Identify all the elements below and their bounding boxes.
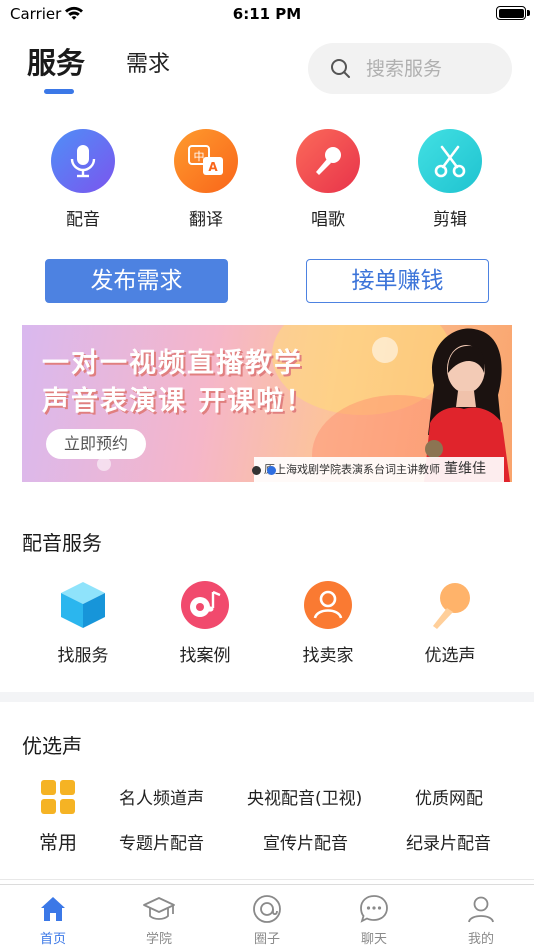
voice-category-celebrity[interactable]: 名人频道声 [119, 784, 204, 809]
microphone-icon [424, 579, 476, 631]
voice-category-cctv[interactable]: 央视配音(卫视) [247, 784, 362, 809]
scissors-icon [418, 129, 482, 193]
search-icon [330, 58, 352, 84]
section-title-preferred-voices: 优选声 [22, 734, 82, 758]
category-dubbing[interactable]: 配音 [38, 129, 128, 230]
publish-demand-button[interactable]: 发布需求 [45, 259, 228, 303]
teacher-caption: 原上海戏剧学院表演系台词主讲教师 董维佳 [254, 457, 504, 482]
tab-circle[interactable]: 圈子 [227, 894, 307, 947]
music-disc-icon [179, 579, 231, 631]
tab-label: 我的 [467, 932, 494, 947]
chat-bubble-icon [360, 895, 388, 923]
clock: 6:11 PM [232, 5, 302, 23]
person-icon [302, 579, 354, 631]
tab-demand[interactable]: 需求 [126, 46, 170, 78]
category-label: 剪辑 [433, 210, 467, 230]
tab-mine[interactable]: 我的 [441, 894, 521, 947]
tab-home[interactable]: 首页 [13, 894, 93, 947]
common-label: 常用 [38, 832, 77, 854]
voice-category-quality-web[interactable]: 优质网配 [415, 784, 483, 809]
microphone-icon [51, 129, 115, 193]
section-title-dubbing-services: 配音服务 [22, 531, 102, 555]
karaoke-mic-icon [296, 129, 360, 193]
translate-icon: 中A [174, 129, 238, 193]
tab-label: 聊天 [360, 932, 387, 947]
promo-banner[interactable]: 一对一视频直播教学 声音表演课 开课啦！ 立即预约 原上海戏剧学院表演系台词主讲… [22, 325, 512, 482]
divider [0, 879, 534, 880]
banner-headline: 一对一视频直播教学 [42, 348, 303, 379]
at-circle-icon [253, 895, 281, 923]
tab-academy[interactable]: 学院 [119, 894, 199, 947]
voice-category-promo[interactable]: 宣传片配音 [263, 829, 348, 854]
tab-bar-border [0, 884, 534, 885]
find-service-button[interactable]: 找服务 [33, 579, 133, 666]
home-icon [41, 897, 65, 921]
category-label: 翻译 [189, 210, 223, 230]
category-label: 唱歌 [311, 210, 345, 230]
teacher-title: 原上海戏剧学院表演系台词主讲教师 [264, 463, 440, 476]
tab-label: 首页 [39, 932, 66, 947]
tab-chat[interactable]: 聊天 [334, 894, 414, 947]
battery-tip [527, 10, 530, 16]
user-icon [468, 896, 494, 923]
teacher-name: 董维佳 [444, 461, 486, 477]
voice-category-documentary[interactable]: 纪录片配音 [406, 829, 491, 854]
category-translate[interactable]: 中A 翻译 [161, 129, 251, 230]
search-input[interactable] [366, 43, 506, 94]
cube-icon [57, 579, 109, 631]
banner-subheadline: 声音表演课 开课啦！ [42, 386, 315, 417]
banner-bubble [97, 457, 111, 471]
service-label: 找卖家 [302, 646, 354, 666]
grid-icon [41, 780, 75, 818]
pager-dot-active [267, 466, 276, 475]
pager-dot [252, 466, 261, 475]
active-tab-indicator [44, 89, 74, 94]
svg-text:中: 中 [194, 150, 205, 163]
service-label: 找案例 [179, 646, 231, 666]
service-label: 优选声 [424, 646, 476, 666]
graduation-cap-icon [143, 897, 175, 920]
svg-text:A: A [208, 160, 218, 174]
category-label: 配音 [66, 210, 100, 230]
book-now-button[interactable]: 立即预约 [46, 429, 146, 459]
battery-icon [496, 6, 526, 20]
preferred-voice-button[interactable]: 优选声 [400, 579, 500, 666]
find-seller-button[interactable]: 找卖家 [278, 579, 378, 666]
section-divider [0, 692, 534, 702]
tab-label: 圈子 [253, 932, 280, 947]
take-order-button[interactable]: 接单赚钱 [306, 259, 489, 303]
tab-label: 学院 [145, 932, 172, 947]
category-editing[interactable]: 剪辑 [405, 129, 495, 230]
category-singing[interactable]: 唱歌 [283, 129, 373, 230]
banner-bubble [372, 337, 398, 363]
voice-category-feature[interactable]: 专题片配音 [119, 829, 204, 854]
banner-pager [252, 460, 282, 479]
tab-service[interactable]: 服务 [27, 40, 85, 82]
status-bar: Carrier 6:11 PM [0, 0, 534, 30]
find-case-button[interactable]: 找案例 [155, 579, 255, 666]
search-bar[interactable] [308, 43, 512, 94]
service-label: 找服务 [57, 646, 109, 666]
